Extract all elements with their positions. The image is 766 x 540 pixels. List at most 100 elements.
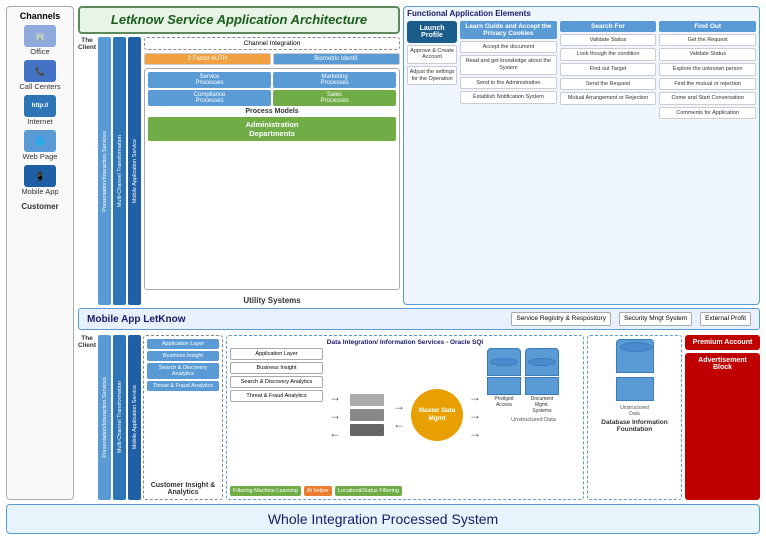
- web-page-avatar: 🌐: [24, 130, 56, 152]
- ai-box: AI helper: [304, 486, 332, 496]
- priv-access-db: PrivilgedAccess: [487, 348, 521, 414]
- bar-multichannel-bot: Multi-Channel Transformation: [113, 335, 126, 500]
- marketing-process: MarketingProcesses: [273, 72, 396, 88]
- unstructured-label: Unstructured Data: [487, 417, 580, 423]
- find-mutual: Find the mutual or rejection: [659, 78, 756, 91]
- db-main-icon: [616, 339, 654, 373]
- sales-process: SalesProcesses: [273, 90, 396, 106]
- office-label: Office: [30, 47, 49, 56]
- unstructured2: UnstructuredData: [620, 405, 649, 417]
- send-request: Send the Request: [560, 78, 657, 91]
- arrow8: →: [469, 426, 481, 440]
- comments-app: Comments for Application: [659, 107, 756, 120]
- channel-office: 🏢 Office: [9, 25, 71, 56]
- get-request: Get the Request: [659, 34, 756, 47]
- web-page-label: Web Page: [23, 152, 58, 161]
- db-main-body: [616, 377, 654, 401]
- external-profit-box: External Profit: [700, 312, 751, 326]
- utility-right: Channel Integration 2 Factor AUTH Biomet…: [144, 37, 400, 306]
- come-start: Come and Start Conversation: [659, 92, 756, 105]
- customer-label: Customer: [21, 202, 58, 211]
- arrow6: →: [469, 390, 481, 404]
- search-for-col: Search For Validate Status Look though t…: [560, 21, 657, 301]
- title-box: Letknow Service Application Architecture: [78, 6, 400, 34]
- accept-doc: Accept the document: [460, 41, 557, 54]
- bar-mobile: Mobile Application Service: [128, 37, 141, 306]
- look-condition: Look though the condition: [560, 48, 657, 61]
- advertisement-box: Advertisement Block: [685, 353, 760, 500]
- security-mgmt-box: Security Mngt System: [619, 312, 692, 326]
- top-area: Channels 🏢 Office 📞 Call Centers http://…: [6, 6, 760, 500]
- internet-label: Internet: [27, 117, 52, 126]
- process-models-label: Process Models: [148, 108, 396, 115]
- db-foundation-box: UnstructuredData Database Information Fo…: [587, 335, 682, 500]
- auth-bio-row: 2 Factor AUTH Biometric Identif.: [144, 53, 400, 65]
- bar-presentation: Presentation/Interaction Services: [98, 37, 111, 306]
- channel-web-page: 🌐 Web Page: [9, 130, 71, 161]
- premium-col: Premium Account Advertisement Block: [685, 335, 760, 500]
- app-layer: Application Layer: [147, 339, 219, 349]
- stack3: [350, 424, 384, 436]
- channels-column: Channels 🏢 Office 📞 Call Centers http://…: [6, 6, 74, 500]
- doc-mgmt-db: DocumentMgmt.Systems: [525, 348, 559, 414]
- bar-mobile-label: Mobile Application Service: [132, 139, 138, 203]
- db-foundation-title: Database Information Foundation: [591, 419, 678, 433]
- db-foundation-content: UnstructuredData: [591, 339, 678, 417]
- compliance-process: ComplianceProcesses: [148, 90, 271, 106]
- utility-systems-area: TheClient Presentation/Interaction Servi…: [78, 37, 400, 306]
- channels-title: Channels: [20, 11, 61, 21]
- service-registry-box: Service Registry & Respository: [511, 312, 611, 326]
- arrow1: →: [329, 390, 341, 404]
- validate-status: Validate Status: [560, 34, 657, 47]
- business-insight: Business Insight: [147, 351, 219, 361]
- establish-notif: Establish Notification System: [460, 91, 557, 104]
- send-admin: Send to the Administration: [460, 77, 557, 90]
- bottom-area: TheClient Presentation/Interaction Servi…: [78, 335, 760, 500]
- di-right: PrivilgedAccess DocumentMgmt.Systems: [487, 348, 580, 482]
- departments-label: Departments: [249, 129, 295, 138]
- location-box: Location&Status Filtering: [335, 486, 402, 496]
- premium-account-box: Premium Account: [685, 335, 760, 350]
- bar-presentation-bot: Presentation/Interaction Services: [98, 335, 111, 500]
- find-out-header: Find Out: [659, 21, 756, 32]
- arrows-col: → → ←: [326, 348, 344, 482]
- adjust-item: Adjust the settings for the Operation: [407, 66, 457, 85]
- launch-profile-box: Launch Profile: [407, 21, 457, 43]
- master-data-circle: Master Data Mgmt: [411, 389, 463, 441]
- bar-presentation-label: Presentation/Interaction Services: [102, 131, 108, 212]
- call-centers-label: Call Centers: [19, 82, 60, 91]
- ci-label: Customer Insight & Analytics: [147, 482, 219, 496]
- channel-internet: http:// Internet: [9, 95, 71, 126]
- channel-call-centers: 📞 Call Centers: [9, 60, 71, 91]
- di-search: Search & Discovery Analytics: [230, 376, 323, 388]
- internet-avatar: http://: [24, 95, 56, 117]
- di-business: Business Insight: [230, 362, 323, 374]
- bottom-banner-text: Whole Integration Processed System: [268, 511, 498, 527]
- admin-dept-box: Administration Departments: [148, 117, 396, 141]
- doc-mgmt-icon: [525, 348, 559, 376]
- find-out-col: Find Out Get the Request Validate Status…: [659, 21, 756, 301]
- learn-guide-header: Learn Guide and Accept the Privacy Cooki…: [460, 21, 557, 39]
- admin-label: Administration: [246, 120, 299, 129]
- main-title: Letknow Service Application Architecture: [88, 12, 390, 28]
- master-data-wrapper: Master Data Mgmt: [411, 348, 463, 482]
- bar-multichannel: Multi-Channel Transformation: [113, 37, 126, 306]
- vertical-bars: TheClient Presentation/Interaction Servi…: [78, 37, 141, 306]
- priv-access-body: [487, 377, 521, 395]
- db-cylinders-row: PrivilgedAccess DocumentMgmt.Systems: [487, 348, 580, 414]
- utility-label: Utility Systems: [144, 296, 400, 305]
- threat-fraud: Threat & Fraud Analytics: [147, 381, 219, 391]
- mobile-app-title: Mobile App LetKnow: [87, 314, 503, 325]
- filtering-row: Filtering Machine Learning AI helper Loc…: [230, 486, 580, 496]
- office-avatar: 🏢: [24, 25, 56, 47]
- service-process: ServiceProcesses: [148, 72, 271, 88]
- approve-item: Approve & Create Account: [407, 45, 457, 64]
- mobile-app-label: Mobile App: [21, 187, 58, 196]
- processes-area: ServiceProcesses MarketingProcesses Comp…: [144, 68, 400, 291]
- learn-guide-col: Learn Guide and Accept the Privacy Cooki…: [460, 21, 557, 301]
- arrows-col3: → → →: [466, 348, 484, 482]
- search-for-header: Search For: [560, 21, 657, 32]
- call-centers-avatar: 📞: [24, 60, 56, 82]
- validate-status2: Validate Status: [659, 48, 756, 61]
- two-factor-box: 2 Factor AUTH: [144, 53, 271, 65]
